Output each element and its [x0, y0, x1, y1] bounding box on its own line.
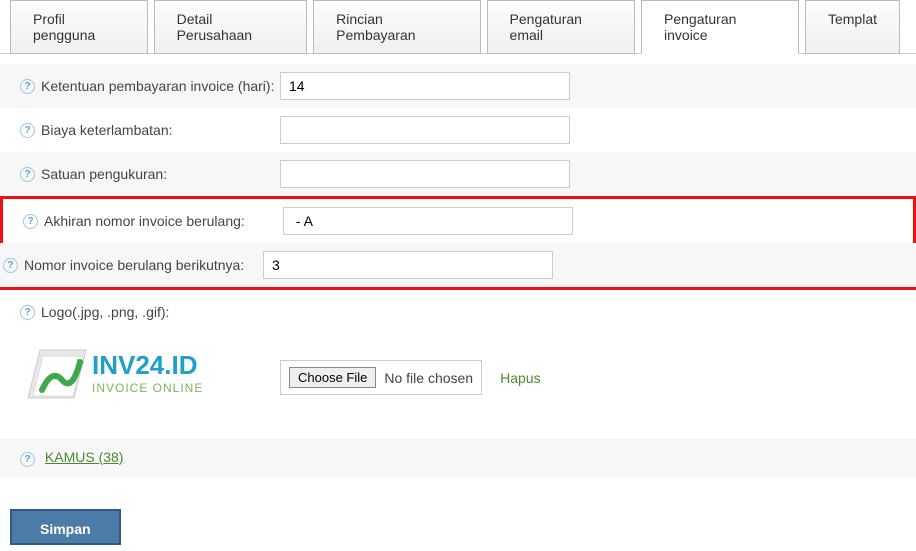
file-input-wrap[interactable]: Choose File No file chosen — [280, 360, 482, 395]
row-satuan: ? Satuan pengukuran: — [0, 152, 916, 196]
tab-template[interactable]: Templat — [805, 0, 900, 54]
settings-tabs: Profil pengguna Detail Perusahaan Rincia… — [0, 0, 916, 54]
kamus-link[interactable]: KAMUS (38) — [45, 449, 124, 465]
input-ketentuan[interactable] — [280, 72, 570, 100]
label-biaya: Biaya keterlambatan: — [41, 122, 173, 138]
label-akhiran: Akhiran nomor invoice berulang: — [44, 213, 245, 229]
row-logo-label: ? Logo(.jpg, .png, .gif): — [20, 290, 896, 326]
tab-email[interactable]: Pengaturan email — [487, 0, 635, 54]
logo-brand-text: INV24.ID — [92, 350, 198, 380]
help-icon[interactable]: ? — [20, 123, 35, 138]
row-kamus: ? KAMUS (38) — [0, 439, 916, 477]
help-icon[interactable]: ? — [3, 258, 18, 273]
file-status: No file chosen — [384, 370, 473, 386]
input-satuan[interactable] — [280, 160, 570, 188]
row-nomor: ? Nomor invoice berulang berikutnya: — [0, 243, 916, 287]
help-icon[interactable]: ? — [20, 452, 35, 467]
row-akhiran: ? Akhiran nomor invoice berulang: — [3, 199, 913, 243]
row-biaya: ? Biaya keterlambatan: — [20, 108, 896, 152]
tab-content: ? Ketentuan pembayaran invoice (hari): ?… — [0, 54, 916, 497]
highlight-recurring-section: ? Akhiran nomor invoice berulang: ? Nomo… — [0, 196, 916, 290]
label-nomor: Nomor invoice berulang berikutnya: — [24, 257, 244, 273]
label-logo: Logo(.jpg, .png, .gif): — [41, 304, 169, 320]
save-button[interactable]: Simpan — [10, 509, 121, 545]
tab-profile[interactable]: Profil pengguna — [10, 0, 148, 54]
help-icon[interactable]: ? — [23, 214, 38, 229]
logo-preview: INV24.ID INVOICE ONLINE — [20, 336, 280, 419]
tab-invoice-settings[interactable]: Pengaturan invoice — [641, 0, 799, 54]
tab-company[interactable]: Detail Perusahaan — [154, 0, 308, 54]
help-icon[interactable]: ? — [20, 167, 35, 182]
label-satuan: Satuan pengukuran: — [41, 166, 167, 182]
help-icon[interactable]: ? — [20, 79, 35, 94]
row-ketentuan: ? Ketentuan pembayaran invoice (hari): — [0, 64, 916, 108]
logo-tagline-text: INVOICE ONLINE — [92, 381, 203, 395]
input-nomor[interactable] — [263, 251, 553, 279]
logo-area: INV24.ID INVOICE ONLINE Choose File No f… — [20, 336, 896, 419]
tab-payment[interactable]: Rincian Pembayaran — [313, 0, 480, 54]
choose-file-button[interactable]: Choose File — [289, 367, 376, 388]
input-biaya[interactable] — [280, 116, 570, 144]
help-icon[interactable]: ? — [20, 305, 35, 320]
input-akhiran[interactable] — [283, 207, 573, 235]
hapus-link[interactable]: Hapus — [500, 370, 540, 386]
label-ketentuan: Ketentuan pembayaran invoice (hari): — [41, 78, 274, 94]
